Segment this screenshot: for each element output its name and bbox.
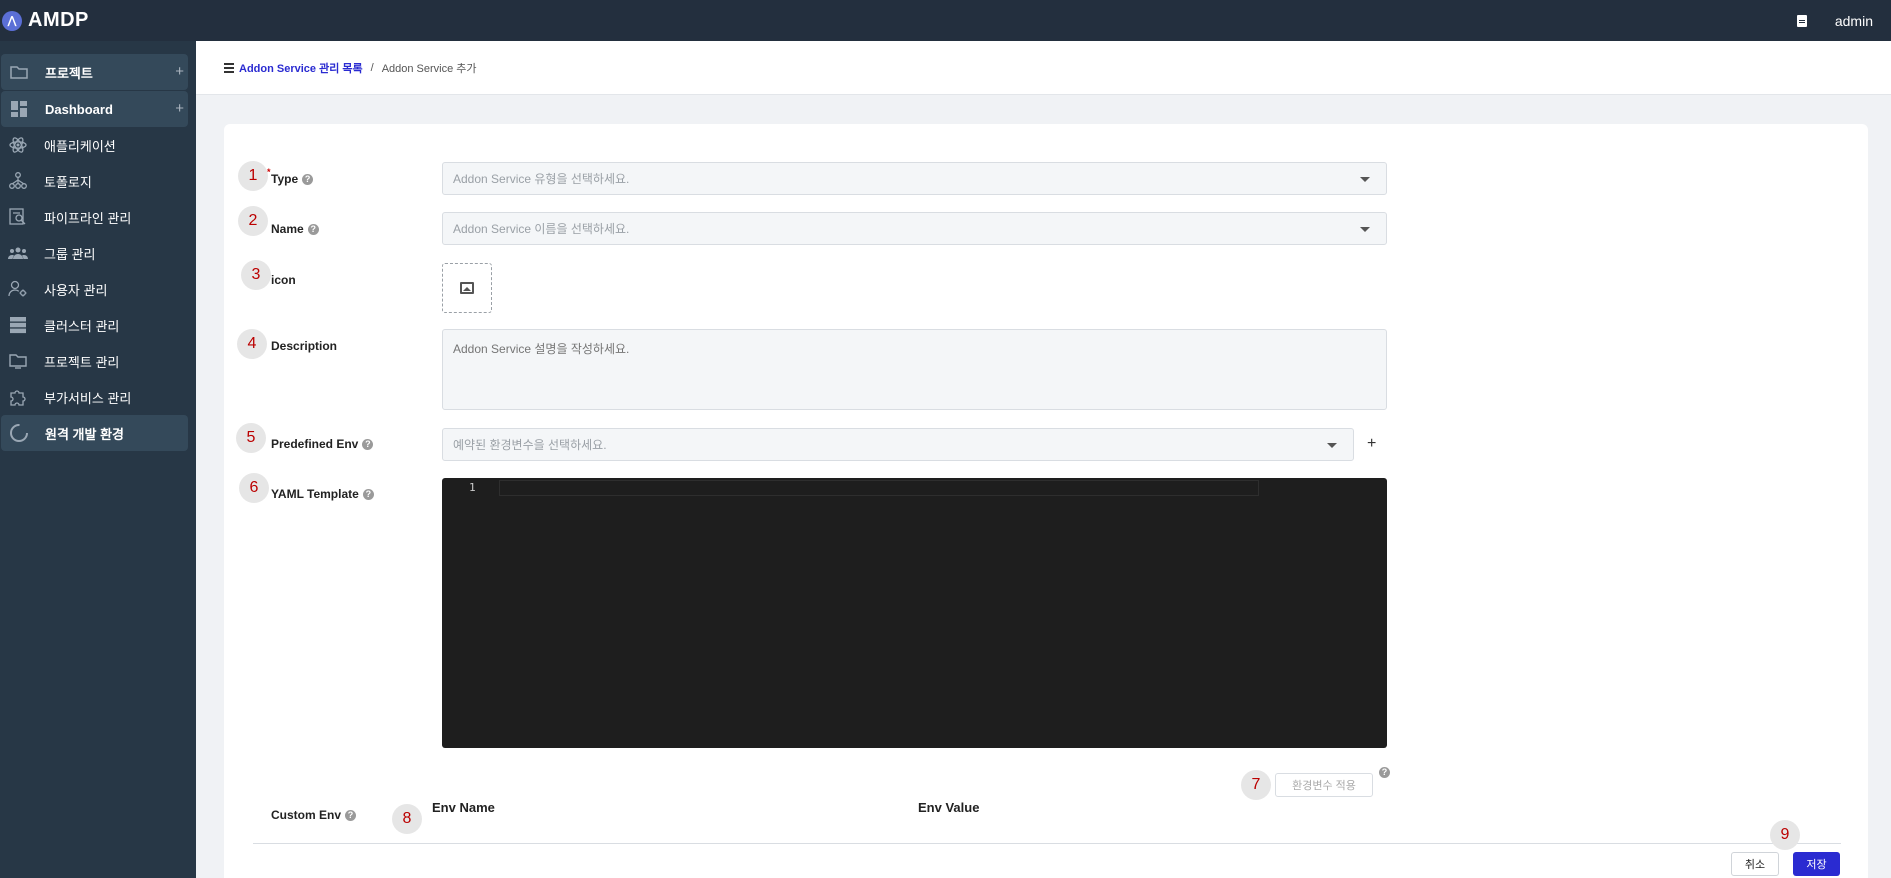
group-icon [8,243,28,263]
sidebar-item-remote-dev[interactable]: 원격 개발 환경 [1,415,188,451]
top-bar: ⋀ AMDP admin [0,0,1891,41]
annotation-marker: 1 [238,161,268,191]
help-icon[interactable]: ? [1379,767,1390,778]
document-icon[interactable] [1796,14,1807,27]
topology-icon [8,171,28,191]
user-name[interactable]: admin [1835,13,1873,29]
image-icon [460,282,474,294]
sidebar: 프로젝트 + Dashboard + 애플리케이션 토폴로지 파이프라인 관리 … [0,41,196,878]
help-icon[interactable]: ? [362,488,374,500]
help-icon[interactable]: ? [345,809,357,821]
pipeline-icon [8,207,28,227]
type-label: * Type ? [267,167,314,186]
add-predefined-env-button[interactable]: + [1367,435,1376,453]
icon-label: icon [271,273,296,287]
yaml-template-label: YAML Template ? [271,487,374,501]
env-name-column-header: Env Name [432,800,495,815]
sidebar-item-pipeline[interactable]: 파이프라인 관리 [0,199,188,235]
sidebar-item-group[interactable]: 그룹 관리 [0,235,188,271]
annotation-marker: 2 [238,206,268,236]
annotation-marker: 6 [239,473,269,503]
annotation-marker: 4 [237,329,267,359]
logo-icon: ⋀ [2,10,22,31]
description-label: Description [271,339,338,353]
list-icon [224,62,234,73]
predefined-env-label: Predefined Env ? [271,437,374,451]
atom-icon [8,135,28,155]
sidebar-item-topology[interactable]: 토폴로지 [0,163,188,199]
help-icon[interactable]: ? [362,438,374,450]
sidebar-item-addon-service[interactable]: 부가서비스 관리 [0,379,188,415]
dashboard-icon [9,99,29,119]
app-logo[interactable]: ⋀ AMDP [2,9,89,32]
folder-icon [9,62,29,82]
sidebar-item-dashboard[interactable]: Dashboard + [1,91,188,127]
app-name: AMDP [28,9,89,31]
cancel-button[interactable]: 취소 [1731,852,1779,876]
help-icon[interactable]: ? [307,223,319,235]
required-mark: * [267,167,271,177]
monitor-icon [8,351,28,371]
sidebar-item-project[interactable]: 프로젝트 + [1,54,188,90]
add-dashboard-button[interactable]: + [175,100,184,117]
custom-env-label: Custom Env ? [271,808,357,822]
annotation-marker: 5 [236,423,266,453]
name-select[interactable]: Addon Service 이름을 선택하세요. [442,212,1387,245]
puzzle-icon [8,387,28,407]
name-label: Name ? [271,222,319,236]
type-select[interactable]: Addon Service 유형을 선택하세요. [442,162,1387,195]
predefined-env-select[interactable]: 예약된 환경변수을 선택하세요. [442,428,1354,461]
env-value-column-header: Env Value [918,800,980,815]
caret-down-icon [1360,177,1370,182]
sidebar-item-user[interactable]: 사용자 관리 [0,271,188,307]
sidebar-item-application[interactable]: 애플리케이션 [0,127,188,163]
user-settings-icon [8,279,28,299]
line-number: 1 [469,481,476,494]
sidebar-item-cluster[interactable]: 클러스터 관리 [0,307,188,343]
caret-down-icon [1327,443,1337,448]
annotation-marker: 3 [241,260,271,290]
save-button[interactable]: 저장 [1793,852,1840,876]
sidebar-item-project-management[interactable]: 프로젝트 관리 [0,343,188,379]
annotation-marker: 7 [1241,770,1271,800]
spinner-icon [9,423,29,443]
breadcrumb-current: Addon Service 추가 [381,62,477,75]
apply-env-button[interactable]: 환경변수 적용 [1275,773,1373,797]
annotation-marker: 8 [392,804,422,834]
table-divider [253,843,1841,844]
server-icon [8,315,28,335]
help-icon[interactable]: ? [302,173,314,185]
description-textarea[interactable] [442,329,1387,410]
breadcrumb: Addon Service 관리 목록 / Addon Service 추가 [196,41,1891,95]
current-line [499,480,1259,496]
breadcrumb-separator: / [370,61,374,74]
caret-down-icon [1360,227,1370,232]
yaml-editor[interactable]: 1 [442,478,1387,748]
breadcrumb-parent-link[interactable]: Addon Service 관리 목록 [239,60,363,76]
icon-upload-button[interactable] [442,263,492,313]
annotation-marker: 9 [1770,820,1800,850]
add-project-button[interactable]: + [175,63,184,80]
